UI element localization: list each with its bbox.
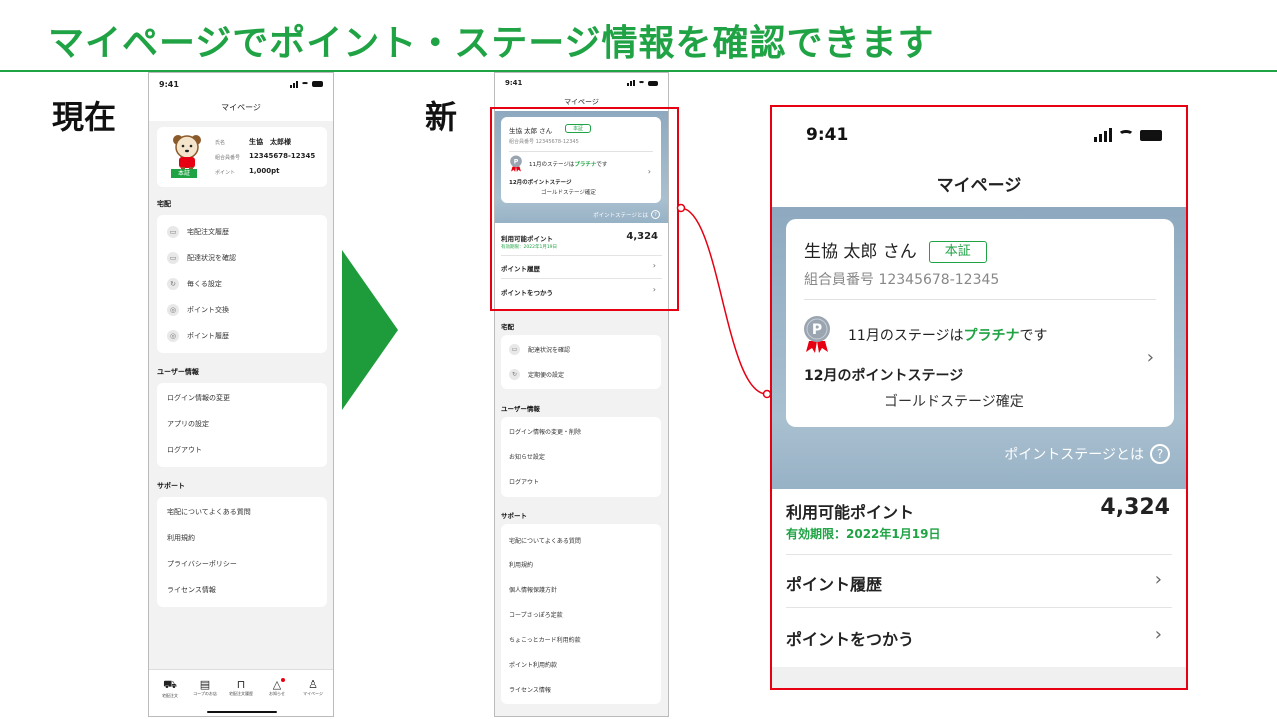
points-expiry: 有効期限：2022年1月19日 bbox=[786, 527, 941, 541]
stage-current: 11月のステージはプラチナです bbox=[848, 328, 1048, 344]
point-history-link[interactable]: ポイント履歴 › bbox=[772, 555, 1186, 607]
zoomed-detail-panel: 9:41 マイページ 生協 太郎 さん 本証 組合員番号 12345678-123… bbox=[770, 105, 1188, 690]
signal-icon bbox=[1094, 128, 1118, 142]
status-bar: 9:41 bbox=[772, 107, 1186, 163]
honsho-badge: 本証 bbox=[928, 241, 987, 263]
profile-card[interactable]: 生協 太郎 さん 本証 組合員番号 12345678-12345 P 11月のステ… bbox=[786, 219, 1174, 427]
member-number: 組合員番号 12345678-12345 bbox=[804, 272, 1000, 288]
help-icon: ? bbox=[1150, 444, 1170, 464]
nav-title: マイページ bbox=[772, 163, 1186, 209]
wifi-icon bbox=[1118, 130, 1134, 140]
available-points-label: 利用可能ポイント bbox=[786, 503, 915, 522]
member-name: 生協 太郎 さん 本証 bbox=[804, 237, 987, 263]
medal-icon: P bbox=[804, 316, 830, 353]
chevron-right-icon: › bbox=[1146, 347, 1154, 368]
medal-letter: P bbox=[812, 322, 822, 338]
available-points-value: 4,324 bbox=[1100, 495, 1170, 520]
status-icons bbox=[1094, 128, 1162, 142]
bottom-spacer bbox=[772, 667, 1186, 688]
use-points-link[interactable]: ポイントをつかう › bbox=[772, 608, 1186, 664]
chevron-right-icon: › bbox=[1154, 569, 1162, 590]
stage-next-confirmed: ゴールドステージ確定 bbox=[884, 394, 1024, 410]
status-time: 9:41 bbox=[806, 125, 849, 145]
card-divider bbox=[804, 299, 1156, 300]
point-stage-about-link[interactable]: ポイントステージとは ? bbox=[1004, 444, 1170, 464]
stage-next-label: 12月のポイントステージ bbox=[804, 368, 964, 384]
battery-icon bbox=[1140, 129, 1162, 141]
chevron-right-icon: › bbox=[1154, 624, 1162, 645]
